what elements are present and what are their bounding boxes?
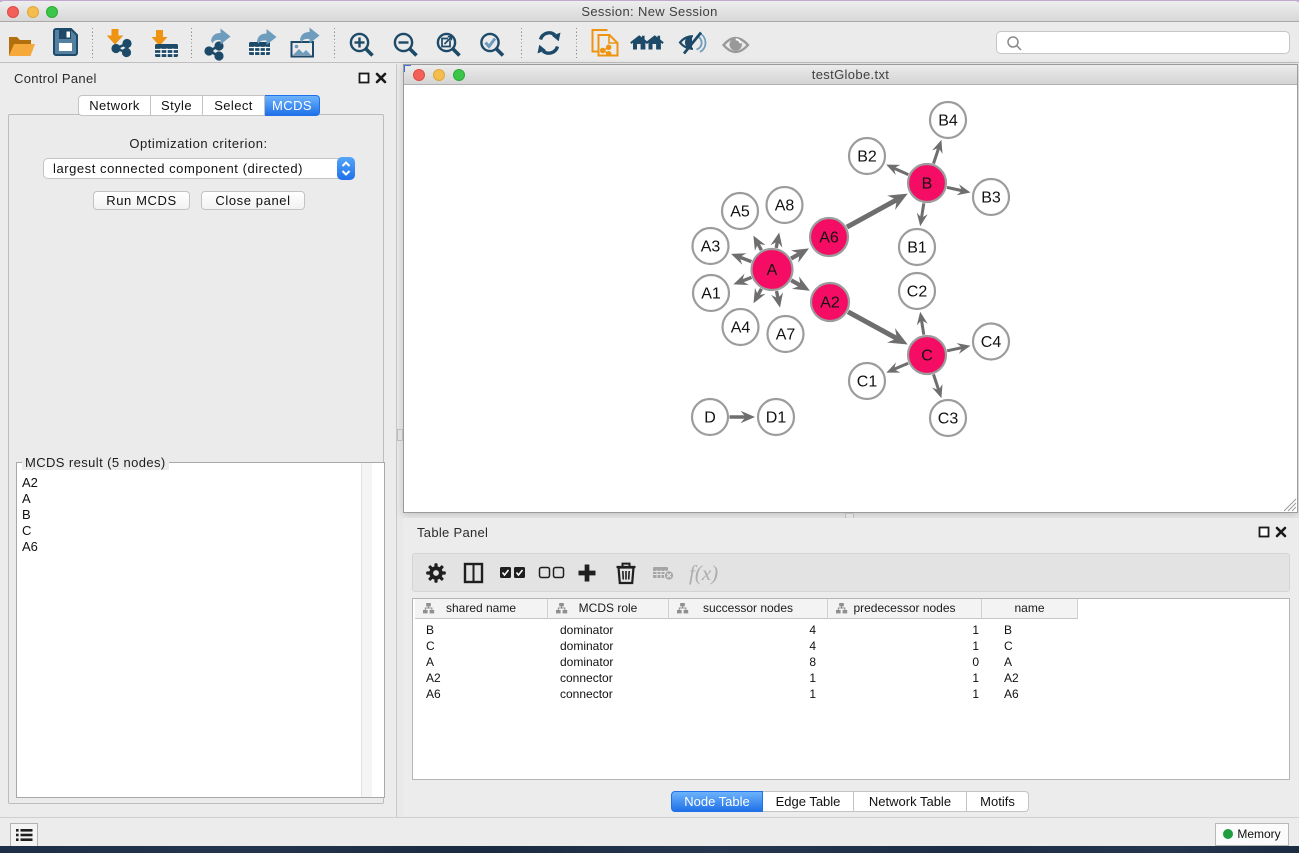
svg-text:A7: A7 bbox=[776, 327, 796, 344]
svg-text:A5: A5 bbox=[730, 204, 750, 221]
svg-text:A: A bbox=[767, 262, 778, 279]
svg-text:A4: A4 bbox=[731, 320, 751, 337]
svg-text:D: D bbox=[704, 410, 716, 427]
svg-text:C1: C1 bbox=[857, 374, 878, 391]
svg-text:B2: B2 bbox=[857, 149, 877, 166]
svg-text:A2: A2 bbox=[820, 295, 840, 312]
svg-text:B1: B1 bbox=[907, 240, 927, 257]
svg-text:C: C bbox=[921, 348, 933, 365]
svg-text:A1: A1 bbox=[701, 286, 721, 303]
svg-text:B3: B3 bbox=[981, 190, 1001, 207]
svg-text:C3: C3 bbox=[938, 411, 959, 428]
svg-text:A6: A6 bbox=[819, 230, 839, 247]
svg-text:C4: C4 bbox=[981, 334, 1002, 351]
svg-text:B: B bbox=[922, 176, 933, 193]
svg-text:D1: D1 bbox=[766, 410, 787, 427]
svg-text:A3: A3 bbox=[701, 239, 721, 256]
svg-text:C2: C2 bbox=[907, 284, 928, 301]
svg-text:A8: A8 bbox=[775, 198, 795, 215]
svg-text:B4: B4 bbox=[938, 113, 958, 130]
svg-text:f(x): f(x) bbox=[689, 561, 718, 585]
